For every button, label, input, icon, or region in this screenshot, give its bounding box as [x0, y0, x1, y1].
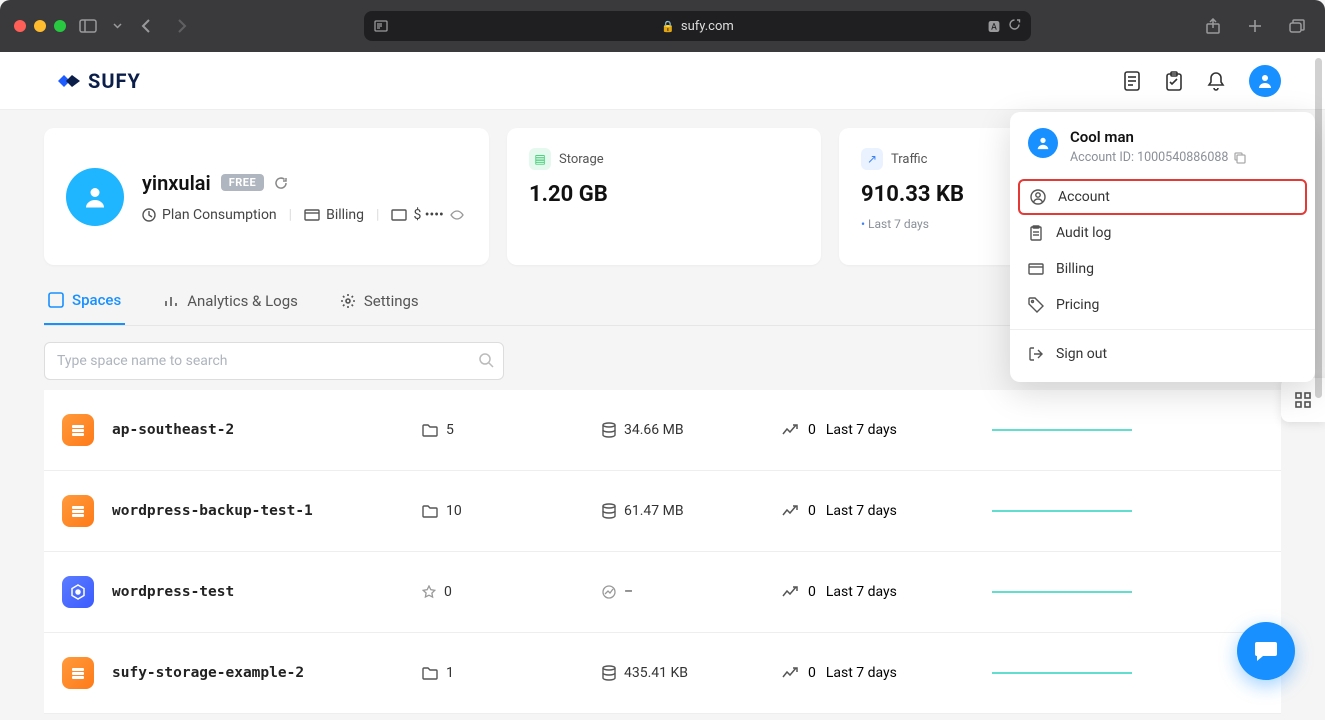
browser-toolbar: 🔒 sufy.com 🅰︎ — [0, 0, 1325, 52]
share-icon[interactable] — [1199, 12, 1227, 40]
storage-value: 1.20 GB — [529, 182, 799, 207]
menu-display-name: Cool man — [1070, 128, 1246, 146]
refresh-icon[interactable] — [274, 176, 288, 190]
tag-icon — [1028, 297, 1044, 313]
menu-avatar — [1028, 128, 1058, 158]
folder-icon — [422, 666, 438, 680]
plan-badge: FREE — [221, 174, 264, 191]
scrollbar[interactable] — [1315, 58, 1322, 398]
account-menu: Cool man Account ID: 1000540886088 Accou… — [1010, 112, 1315, 382]
sparkline — [992, 578, 1263, 606]
database-icon — [602, 665, 616, 681]
copy-icon[interactable] — [1234, 152, 1246, 164]
search-icon[interactable] — [478, 352, 494, 368]
menu-account-id: Account ID: 1000540886088 — [1070, 150, 1228, 165]
bucket-icon — [62, 657, 94, 689]
billing-link[interactable]: Billing — [304, 207, 364, 223]
window-controls — [14, 20, 66, 32]
trend-icon — [782, 667, 798, 679]
space-row[interactable]: ap-southeast-2 5 34.66 MB 0Last 7 days — [44, 390, 1281, 471]
bucket-icon — [62, 414, 94, 446]
sidebar-toggle-icon[interactable] — [74, 12, 102, 40]
menu-item-signout[interactable]: Sign out — [1010, 336, 1315, 372]
tasks-icon[interactable] — [1165, 71, 1183, 91]
storage-icon: ▤ — [529, 148, 551, 170]
space-row[interactable]: wordpress-backup-test-1 10 61.47 MB 0Las… — [44, 471, 1281, 552]
bell-icon[interactable] — [1207, 71, 1225, 91]
brand-logo[interactable]: SUFY — [56, 69, 141, 93]
logo-mark-icon — [56, 71, 82, 91]
url-host: sufy.com — [681, 19, 734, 34]
sparkline — [992, 497, 1263, 525]
reader-icon[interactable] — [374, 20, 388, 32]
menu-item-account[interactable]: Account — [1018, 179, 1307, 215]
maximize-window-icon[interactable] — [54, 20, 66, 32]
username: yinxulai — [142, 171, 211, 195]
card-masked[interactable]: $ •••• — [391, 207, 463, 223]
folder-icon — [422, 423, 438, 437]
app-icon — [62, 576, 94, 608]
translate-icon[interactable]: 🅰︎ — [988, 18, 1000, 35]
minimize-window-icon[interactable] — [34, 20, 46, 32]
trend-icon — [782, 424, 798, 436]
user-avatar — [66, 168, 124, 226]
app-header: SUFY — [0, 52, 1325, 110]
menu-item-billing[interactable]: Billing — [1010, 251, 1315, 287]
sparkline — [992, 659, 1263, 687]
lock-icon: 🔒 — [661, 20, 675, 33]
tab-analytics[interactable]: Analytics & Logs — [159, 291, 302, 325]
space-row[interactable]: wordpress-test 0 – 0Last 7 days — [44, 552, 1281, 633]
profile-avatar[interactable] — [1249, 65, 1281, 97]
folder-icon — [422, 504, 438, 518]
space-row[interactable]: sufy-storage-example-2 1 435.41 KB 0Last… — [44, 633, 1281, 714]
address-bar[interactable]: 🔒 sufy.com 🅰︎ — [364, 11, 1031, 41]
menu-item-audit[interactable]: Audit log — [1010, 215, 1315, 251]
trend-icon — [782, 586, 798, 598]
trend-icon — [782, 505, 798, 517]
user-summary-card: yinxulai FREE Plan Consumption | Billing… — [44, 128, 489, 265]
forward-button[interactable] — [168, 12, 196, 40]
database-icon — [602, 503, 616, 519]
search-input[interactable] — [44, 342, 504, 380]
traffic-icon: ↗ — [861, 148, 883, 170]
user-icon — [1030, 189, 1046, 205]
menu-item-pricing[interactable]: Pricing — [1010, 287, 1315, 323]
back-button[interactable] — [132, 12, 160, 40]
reload-icon[interactable] — [1008, 18, 1021, 35]
database-icon — [602, 422, 616, 438]
chat-fab[interactable] — [1237, 622, 1295, 680]
card-icon — [1028, 263, 1044, 275]
sparkline — [992, 416, 1263, 444]
spaces-list: ap-southeast-2 5 34.66 MB 0Last 7 days w… — [44, 390, 1281, 714]
new-tab-icon[interactable] — [1241, 12, 1269, 40]
search-input-wrapper — [44, 342, 504, 380]
chevron-down-icon[interactable] — [110, 12, 124, 40]
tab-spaces[interactable]: Spaces — [44, 291, 125, 325]
tabs-icon[interactable] — [1283, 12, 1311, 40]
signout-icon — [1028, 346, 1044, 362]
close-window-icon[interactable] — [14, 20, 26, 32]
chart-icon — [602, 585, 616, 599]
plan-consumption-link[interactable]: Plan Consumption — [142, 207, 277, 223]
star-icon — [422, 585, 436, 599]
brand-text: SUFY — [88, 69, 141, 93]
tab-settings[interactable]: Settings — [336, 291, 423, 325]
docs-icon[interactable] — [1123, 71, 1141, 91]
bucket-icon — [62, 495, 94, 527]
storage-stat-card: ▤Storage 1.20 GB — [507, 128, 821, 265]
clipboard-icon — [1028, 225, 1044, 241]
